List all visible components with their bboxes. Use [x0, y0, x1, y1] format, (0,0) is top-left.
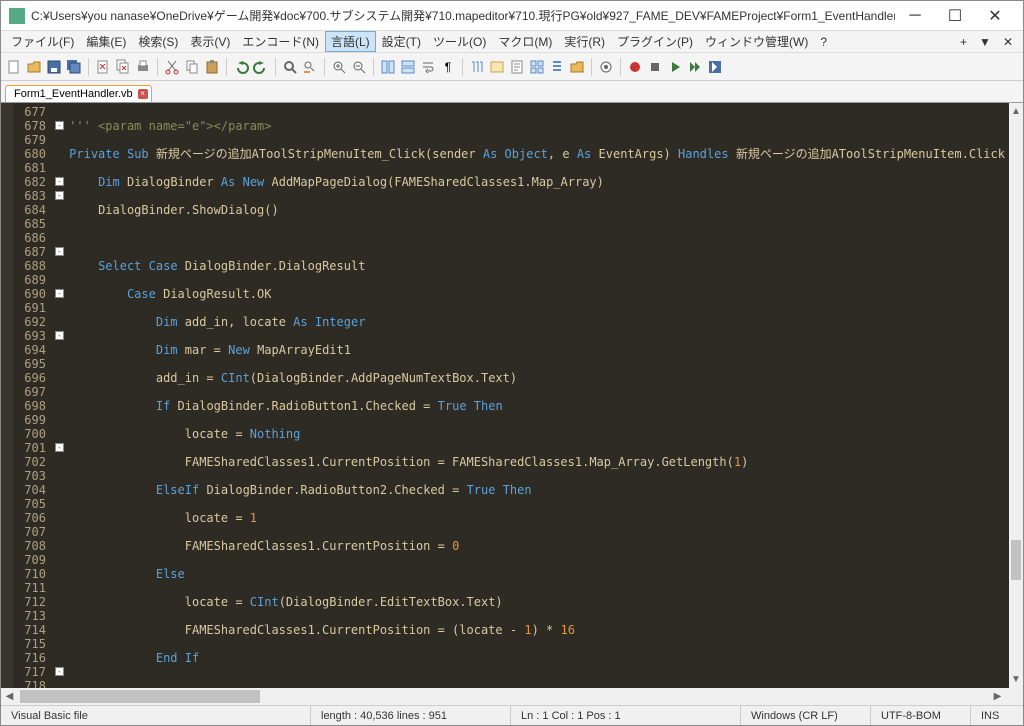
menu-language[interactable]: 言語(L) — [325, 31, 376, 52]
separator — [88, 58, 89, 76]
undo-icon[interactable] — [232, 58, 250, 76]
replace-icon[interactable] — [301, 58, 319, 76]
separator — [373, 58, 374, 76]
editor-area: 6776786796806816826836846856866876886896… — [1, 103, 1023, 688]
print-icon[interactable] — [134, 58, 152, 76]
menu-x[interactable]: ✕ — [997, 33, 1019, 51]
save-macro-icon[interactable] — [706, 58, 724, 76]
scroll-thumb-h[interactable] — [20, 690, 260, 703]
doc-list-icon[interactable] — [528, 58, 546, 76]
separator — [324, 58, 325, 76]
sync-h-icon[interactable] — [399, 58, 417, 76]
maximize-button[interactable]: ☐ — [935, 2, 975, 30]
stop-icon[interactable] — [646, 58, 664, 76]
tab-bar: Form1_EventHandler.vb × — [1, 81, 1023, 103]
tab-label: Form1_EventHandler.vb — [14, 88, 133, 100]
status-position: Ln : 1 Col : 1 Pos : 1 — [511, 706, 741, 725]
sync-v-icon[interactable] — [379, 58, 397, 76]
menu-edit[interactable]: 編集(E) — [80, 31, 132, 52]
minimize-button[interactable]: ─ — [895, 2, 935, 30]
menu-help[interactable]: ? — [814, 33, 833, 51]
show-all-icon[interactable]: ¶ — [439, 58, 457, 76]
record-icon[interactable] — [626, 58, 644, 76]
menu-down[interactable]: ▼ — [973, 33, 997, 51]
wrap-icon[interactable] — [419, 58, 437, 76]
scroll-thumb-v[interactable] — [1011, 540, 1021, 580]
open-icon[interactable] — [25, 58, 43, 76]
status-eol: Windows (CR LF) — [741, 706, 871, 725]
zoom-out-icon[interactable] — [350, 58, 368, 76]
folder-icon[interactable] — [568, 58, 586, 76]
code-content[interactable]: ''' <param name="e"></param> Private Sub… — [65, 103, 1009, 688]
tab-close-icon[interactable]: × — [138, 89, 148, 99]
save-all-icon[interactable] — [65, 58, 83, 76]
status-encoding: UTF-8-BOM — [871, 706, 971, 725]
menu-view[interactable]: 表示(V) — [184, 31, 236, 52]
doc-map-icon[interactable] — [508, 58, 526, 76]
menu-plugin[interactable]: プラグイン(P) — [611, 31, 699, 52]
close-all-icon[interactable] — [114, 58, 132, 76]
marker-margin[interactable] — [1, 103, 13, 688]
title-bar: C:¥Users¥you nanase¥OneDrive¥ゲーム開発¥doc¥7… — [1, 1, 1023, 31]
status-bar: Visual Basic file length : 40,536 lines … — [1, 705, 1023, 725]
scroll-corner — [1006, 688, 1023, 705]
close-button[interactable]: ✕ — [975, 2, 1015, 30]
separator — [620, 58, 621, 76]
copy-icon[interactable] — [183, 58, 201, 76]
menu-window[interactable]: ウィンドウ管理(W) — [699, 31, 814, 52]
monitor-icon[interactable] — [597, 58, 615, 76]
save-icon[interactable] — [45, 58, 63, 76]
file-tab[interactable]: Form1_EventHandler.vb × — [5, 85, 152, 102]
status-insert-mode: INS — [971, 706, 1023, 725]
close-file-icon[interactable] — [94, 58, 112, 76]
menu-encoding[interactable]: エンコード(N) — [236, 31, 325, 52]
play-icon[interactable] — [666, 58, 684, 76]
horizontal-scrollbar[interactable]: ◀ ▶ — [1, 688, 1023, 705]
status-length: length : 40,536 lines : 951 — [311, 706, 511, 725]
menu-bar: ファイル(F) 編集(E) 検索(S) 表示(V) エンコード(N) 言語(L)… — [1, 31, 1023, 53]
scroll-right-arrow[interactable]: ▶ — [989, 688, 1006, 705]
new-icon[interactable] — [5, 58, 23, 76]
separator — [275, 58, 276, 76]
separator — [157, 58, 158, 76]
separator — [462, 58, 463, 76]
paste-icon[interactable] — [203, 58, 221, 76]
vertical-scrollbar[interactable]: ▲ ▼ — [1009, 103, 1023, 688]
func-list-icon[interactable] — [548, 58, 566, 76]
menu-plus[interactable]: + — [954, 33, 973, 51]
separator — [226, 58, 227, 76]
toolbar: ¶ — [1, 53, 1023, 81]
indent-guide-icon[interactable] — [468, 58, 486, 76]
app-icon — [9, 8, 25, 24]
redo-icon[interactable] — [252, 58, 270, 76]
find-icon[interactable] — [281, 58, 299, 76]
zoom-in-icon[interactable] — [330, 58, 348, 76]
play-multi-icon[interactable] — [686, 58, 704, 76]
separator — [591, 58, 592, 76]
scroll-up-arrow[interactable]: ▲ — [1009, 103, 1023, 120]
menu-search[interactable]: 検索(S) — [132, 31, 184, 52]
menu-run[interactable]: 実行(R) — [558, 31, 611, 52]
window-title: C:¥Users¥you nanase¥OneDrive¥ゲーム開発¥doc¥7… — [31, 7, 895, 24]
menu-file[interactable]: ファイル(F) — [5, 31, 80, 52]
line-number-gutter[interactable]: 6776786796806816826836846856866876886896… — [13, 103, 52, 688]
menu-macro[interactable]: マクロ(M) — [492, 31, 558, 52]
menu-tools[interactable]: ツール(O) — [427, 31, 492, 52]
menu-settings[interactable]: 設定(T) — [376, 31, 427, 52]
scroll-down-arrow[interactable]: ▼ — [1009, 671, 1023, 688]
user-lang-icon[interactable] — [488, 58, 506, 76]
fold-margin[interactable]: -------- — [52, 103, 65, 688]
scroll-left-arrow[interactable]: ◀ — [1, 688, 18, 705]
status-language: Visual Basic file — [1, 706, 311, 725]
cut-icon[interactable] — [163, 58, 181, 76]
